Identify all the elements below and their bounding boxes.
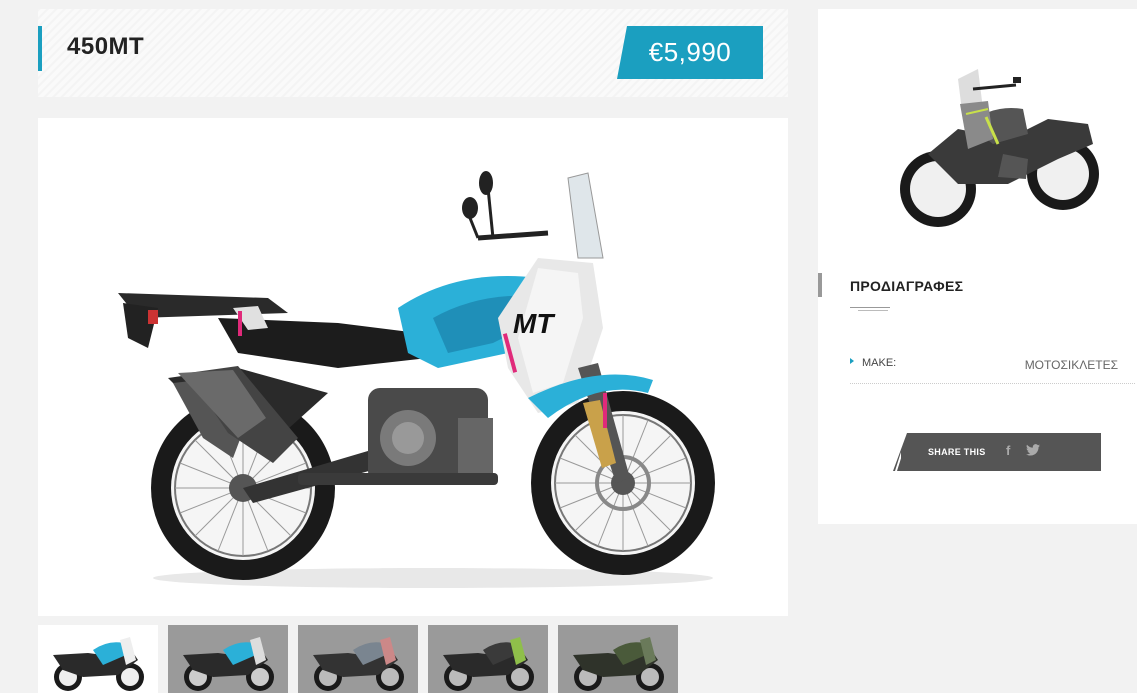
- spec-row-make: MAKE: ΜΟΤΟΣΙΚΛΕΤΕΣ: [850, 349, 1135, 384]
- thumbnail-image: [313, 637, 404, 691]
- listing-title: 450MT: [67, 33, 145, 60]
- thumbnail-image: [183, 637, 274, 691]
- thumbnail-5[interactable]: [558, 625, 678, 693]
- main-product-image[interactable]: MT: [38, 118, 788, 616]
- specs-underline-secondary: [858, 310, 888, 311]
- thumbnail-image: [573, 637, 664, 691]
- thumbnail-4[interactable]: [428, 625, 548, 693]
- spec-label: MAKE:: [862, 357, 897, 369]
- bullet-icon: [850, 358, 854, 364]
- specs-underline: [850, 307, 890, 308]
- share-label: SHARE THIS: [928, 447, 986, 457]
- thumbnail-image: [443, 637, 534, 691]
- listing-header: 450MT €5,990: [38, 9, 788, 97]
- price-tag: €5,990: [617, 26, 763, 79]
- share-bar: SHARE THIS f: [893, 433, 1101, 471]
- thumbnail-2[interactable]: [168, 625, 288, 693]
- svg-text:MT: MT: [513, 308, 556, 339]
- specs-title: ΠΡΟΔΙΑΓΡΑΦΕΣ: [850, 278, 964, 294]
- sidebar: ΠΡΟΔΙΑΓΡΑΦΕΣ MAKE: ΜΟΤΟΣΙΚΛΕΤΕΣ SHARE TH…: [818, 9, 1137, 524]
- thumbnail-image: [53, 637, 144, 691]
- title-accent: [38, 26, 42, 71]
- twitter-icon[interactable]: [1026, 444, 1040, 456]
- spec-value[interactable]: ΜΟΤΟΣΙΚΛΕΤΕΣ: [1025, 358, 1118, 372]
- facebook-icon[interactable]: f: [1006, 443, 1010, 458]
- sidebar-motorcycle-image: [900, 69, 1099, 227]
- specs-accent: [818, 273, 822, 297]
- motorcycle-image: MT: [118, 171, 715, 588]
- thumbnail-1[interactable]: [38, 625, 158, 693]
- thumbnail-3[interactable]: [298, 625, 418, 693]
